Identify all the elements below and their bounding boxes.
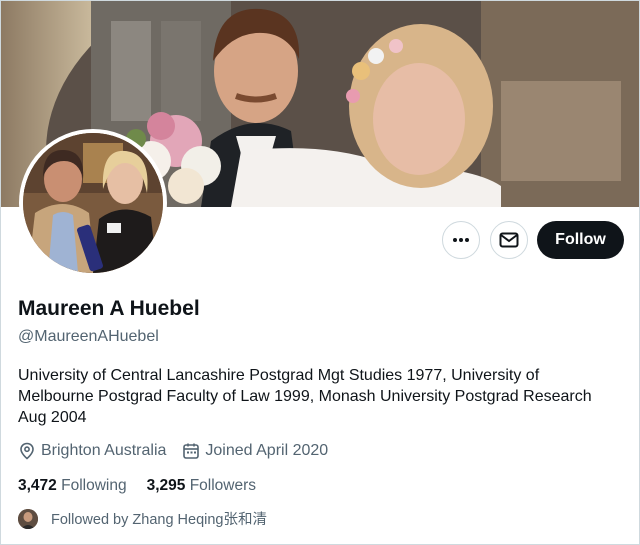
calendar-icon [183,443,200,459]
location-text: Brighton Australia [41,442,167,459]
profile-meta: Brighton Australia Joined April 2020 [18,442,344,460]
followed-by-text: Followed by Zhang Heqing张和清 [51,512,267,528]
envelope-icon [499,232,519,248]
following-link[interactable]: 3,472 Following [18,477,127,495]
profile-handle: @MaureenAHuebel [18,328,159,345]
location-pin-icon [20,442,34,460]
avatar-photo-illustration [23,133,163,273]
follow-button[interactable]: Follow [537,221,624,259]
followers-label: Followers [189,477,257,494]
followers-link[interactable]: 3,295 Followers [147,477,256,495]
followed-by-row[interactable]: Followed by Zhang Heqing张和清 [18,508,267,529]
profile-avatar[interactable] [19,129,167,277]
following-label: Following [61,477,127,494]
joined-item: Joined April 2020 [182,442,328,460]
follower-avatar [18,508,38,529]
profile-name: Maureen A Huebel [18,297,200,320]
more-options-button[interactable] [442,221,480,259]
joined-text: Joined April 2020 [205,442,329,459]
followers-count: 3,295 [146,477,186,494]
location-item: Brighton Australia [18,442,166,460]
profile-card: Follow Maureen A Huebel @MaureenAHuebel … [0,0,640,545]
follower-avatar-illustration [18,508,38,529]
follow-stats: 3,472 Following 3,295 Followers [18,477,276,495]
profile-bio: University of Central Lancashire Postgra… [18,367,592,426]
message-button[interactable] [490,221,528,259]
following-count: 3,472 [18,477,57,494]
more-icon [453,238,469,242]
